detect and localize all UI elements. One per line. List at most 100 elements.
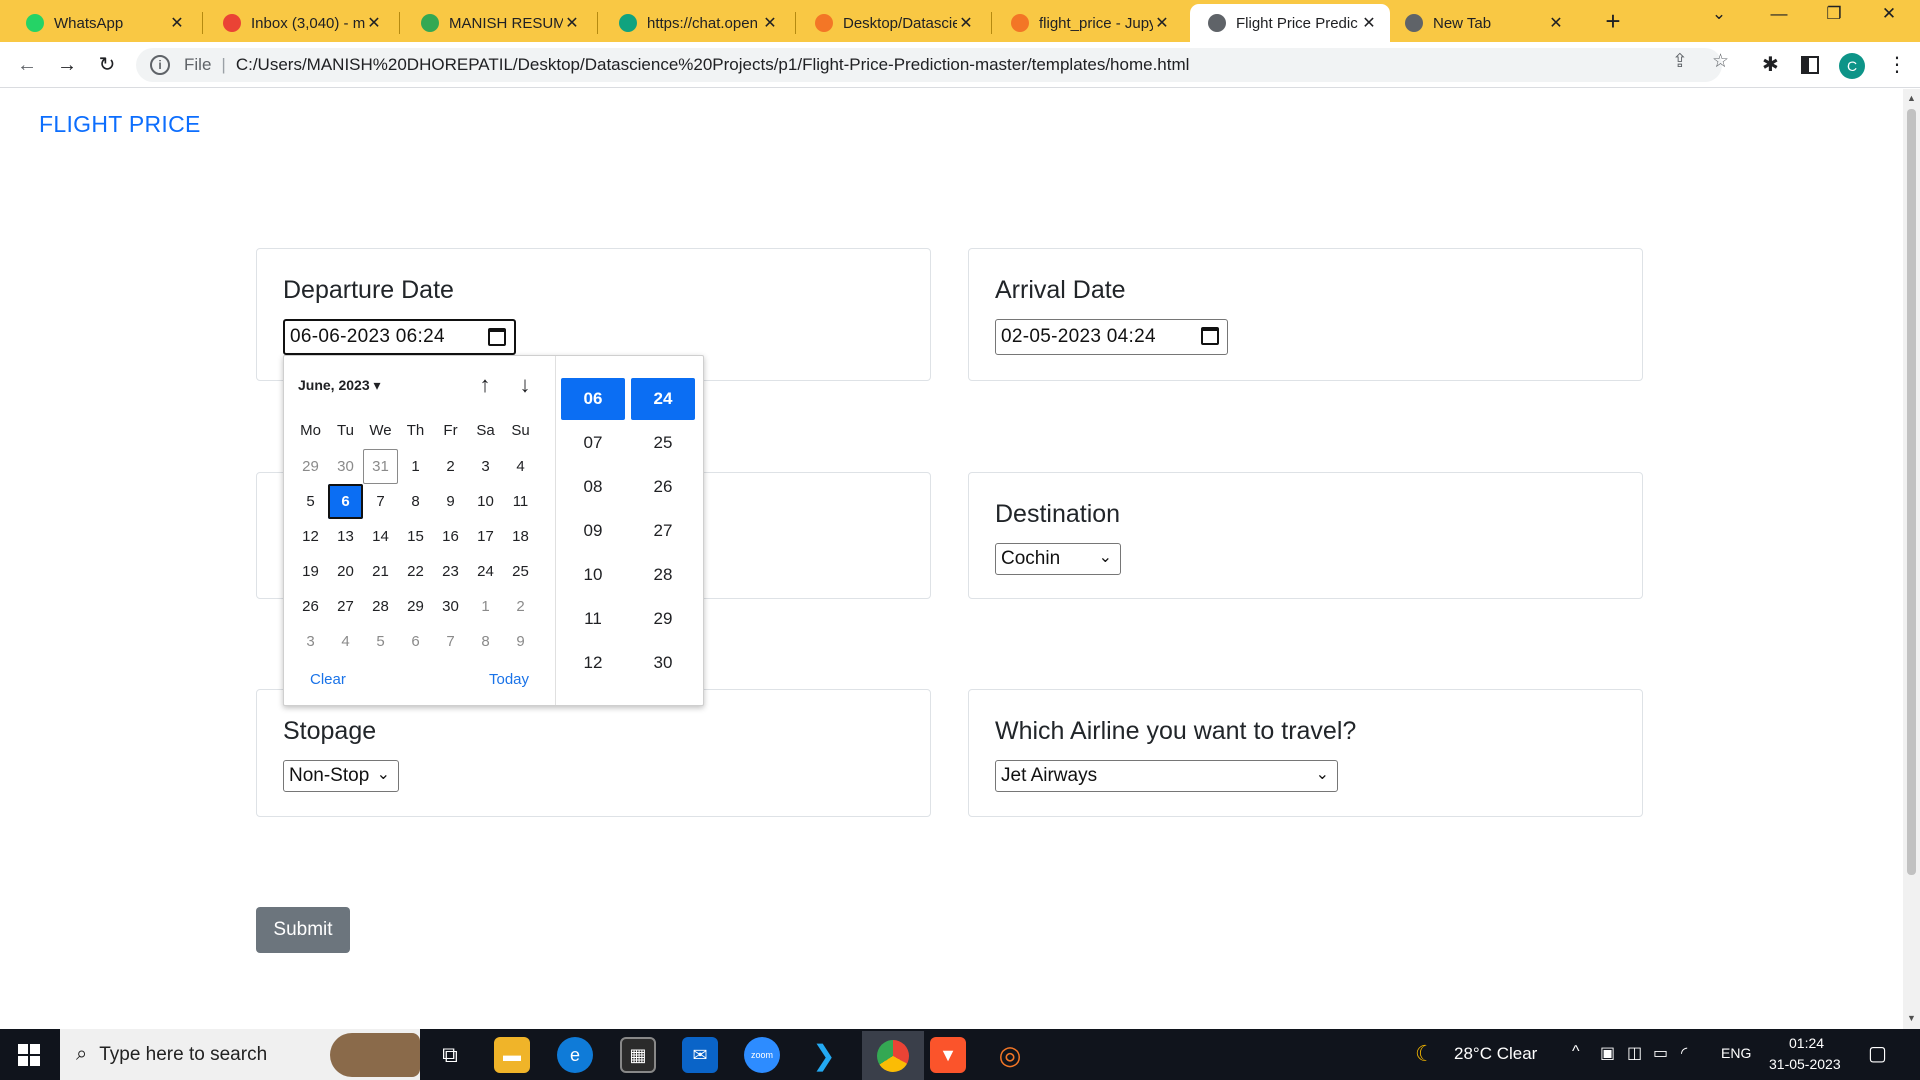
month-year-dropdown[interactable]: June, 2023 ▾: [298, 377, 381, 394]
notifications-icon[interactable]: ▢: [1868, 1041, 1887, 1066]
jupyter-app-icon[interactable]: ◎: [992, 1037, 1028, 1073]
minute-option[interactable]: 30: [631, 642, 695, 684]
calendar-icon[interactable]: [488, 328, 506, 346]
close-tab-icon[interactable]: ✕: [563, 13, 581, 33]
calendar-day[interactable]: 19: [293, 554, 328, 589]
task-view-icon[interactable]: ⧉: [432, 1037, 468, 1073]
restore-button[interactable]: ❐: [1814, 4, 1854, 24]
browser-tab[interactable]: WhatsApp ✕: [8, 4, 198, 42]
browser-tab[interactable]: New Tab ✕: [1387, 4, 1577, 42]
scroll-up-arrow-icon[interactable]: ▲: [1907, 93, 1916, 103]
minute-option[interactable]: 25: [631, 422, 695, 464]
calendar-day[interactable]: 2: [503, 589, 538, 624]
hour-option[interactable]: 08: [561, 466, 625, 508]
next-month-arrow-icon[interactable]: ↓: [513, 372, 537, 398]
calendar-day[interactable]: 21: [363, 554, 398, 589]
browser-tab[interactable]: Flight Price Predic ✕: [1190, 4, 1390, 42]
address-bar[interactable]: i File | C:/Users/MANISH%20DHOREPATIL/De…: [136, 48, 1722, 82]
minute-option-selected[interactable]: 24: [631, 378, 695, 420]
vscode-icon[interactable]: ❯: [806, 1037, 842, 1073]
calendar-icon[interactable]: [1201, 327, 1219, 345]
brave-browser-icon[interactable]: ▼: [930, 1037, 966, 1073]
close-tab-icon[interactable]: ✕: [761, 13, 779, 33]
forward-arrow-icon[interactable]: →: [52, 50, 82, 80]
calendar-day-selected[interactable]: 6: [328, 484, 363, 519]
calendar-day[interactable]: 30: [328, 449, 363, 484]
browser-tab[interactable]: Inbox (3,040) - ma ✕: [205, 4, 395, 42]
minute-option[interactable]: 28: [631, 554, 695, 596]
calendar-day[interactable]: 16: [433, 519, 468, 554]
browser-tab[interactable]: MANISH RESUME✕: [403, 4, 593, 42]
battery-icon[interactable]: ▭: [1653, 1043, 1668, 1063]
zoom-icon[interactable]: zoom: [744, 1037, 780, 1073]
minute-option[interactable]: 26: [631, 466, 695, 508]
hour-option[interactable]: 09: [561, 510, 625, 552]
close-tab-icon[interactable]: ✕: [1153, 13, 1171, 33]
calendar-day[interactable]: 20: [328, 554, 363, 589]
calendar-day[interactable]: 25: [503, 554, 538, 589]
calendar-day[interactable]: 3: [468, 449, 503, 484]
clock-date[interactable]: 31-05-2023: [1769, 1056, 1841, 1072]
info-icon[interactable]: i: [150, 55, 170, 75]
calendar-day[interactable]: 8: [468, 624, 503, 659]
url-text[interactable]: C:/Users/MANISH%20DHOREPATIL/Desktop/Dat…: [236, 55, 1190, 75]
hour-option[interactable]: 12: [561, 642, 625, 684]
back-arrow-icon[interactable]: ←: [12, 50, 42, 80]
calendar-day[interactable]: 11: [503, 484, 538, 519]
language-indicator[interactable]: ENG: [1721, 1045, 1751, 1061]
minimize-button[interactable]: —: [1759, 4, 1799, 24]
calendar-day[interactable]: 10: [468, 484, 503, 519]
side-panel-icon[interactable]: [1801, 56, 1819, 74]
calendar-day[interactable]: 22: [398, 554, 433, 589]
hour-option[interactable]: 07: [561, 422, 625, 464]
submit-button[interactable]: Submit: [256, 907, 350, 953]
calendar-day[interactable]: 24: [468, 554, 503, 589]
calendar-day[interactable]: 30: [433, 589, 468, 624]
clear-link[interactable]: Clear: [310, 671, 346, 688]
calendar-day[interactable]: 8: [398, 484, 433, 519]
minute-option[interactable]: 27: [631, 510, 695, 552]
close-tab-icon[interactable]: ✕: [957, 13, 975, 33]
close-tab-icon[interactable]: ✕: [365, 13, 383, 33]
tray-device-icon[interactable]: ▣: [1600, 1043, 1615, 1063]
new-tab-button[interactable]: +: [1598, 6, 1628, 37]
microsoft-store-icon[interactable]: ▦: [620, 1037, 656, 1073]
vertical-scrollbar[interactable]: ▲ ▼: [1903, 89, 1920, 1029]
hour-option-selected[interactable]: 06: [561, 378, 625, 420]
calendar-day[interactable]: 1: [398, 449, 433, 484]
browser-tab[interactable]: https://chat.open ✕: [601, 4, 791, 42]
bookmark-star-icon[interactable]: ☆: [1712, 50, 1729, 73]
calendar-day[interactable]: 7: [433, 624, 468, 659]
tray-chevron-up-icon[interactable]: ^: [1572, 1043, 1580, 1061]
today-link[interactable]: Today: [489, 671, 529, 688]
calendar-day[interactable]: 15: [398, 519, 433, 554]
calendar-day[interactable]: 14: [363, 519, 398, 554]
weather-text[interactable]: 28°C Clear: [1454, 1044, 1537, 1064]
hour-option[interactable]: 11: [561, 598, 625, 640]
minute-option[interactable]: 29: [631, 598, 695, 640]
file-explorer-icon[interactable]: ▬: [494, 1037, 530, 1073]
calendar-day[interactable]: 23: [433, 554, 468, 589]
browser-tab[interactable]: Desktop/Datascie ✕: [797, 4, 987, 42]
windows-start-icon[interactable]: [18, 1044, 40, 1066]
calendar-day[interactable]: 2: [433, 449, 468, 484]
hour-option[interactable]: 10: [561, 554, 625, 596]
close-tab-icon[interactable]: ✕: [1547, 13, 1565, 33]
extensions-puzzle-icon[interactable]: ✱: [1762, 52, 1779, 77]
close-tab-icon[interactable]: ✕: [1360, 13, 1378, 33]
scrollbar-thumb[interactable]: [1907, 109, 1916, 875]
calendar-day[interactable]: 1: [468, 589, 503, 624]
calendar-day[interactable]: 26: [293, 589, 328, 624]
calendar-day[interactable]: 9: [503, 624, 538, 659]
calendar-day[interactable]: 9: [433, 484, 468, 519]
calendar-day[interactable]: 29: [398, 589, 433, 624]
calendar-day[interactable]: 28: [363, 589, 398, 624]
share-icon[interactable]: ⇪: [1672, 50, 1688, 73]
calendar-day[interactable]: 4: [503, 449, 538, 484]
wifi-icon[interactable]: ◜: [1681, 1043, 1687, 1063]
tab-search-chevron-icon[interactable]: ⌄: [1699, 4, 1739, 24]
edge-browser-icon[interactable]: e: [557, 1037, 593, 1073]
close-tab-icon[interactable]: ✕: [168, 13, 186, 33]
calendar-day[interactable]: 5: [363, 624, 398, 659]
close-window-button[interactable]: ✕: [1869, 4, 1909, 24]
